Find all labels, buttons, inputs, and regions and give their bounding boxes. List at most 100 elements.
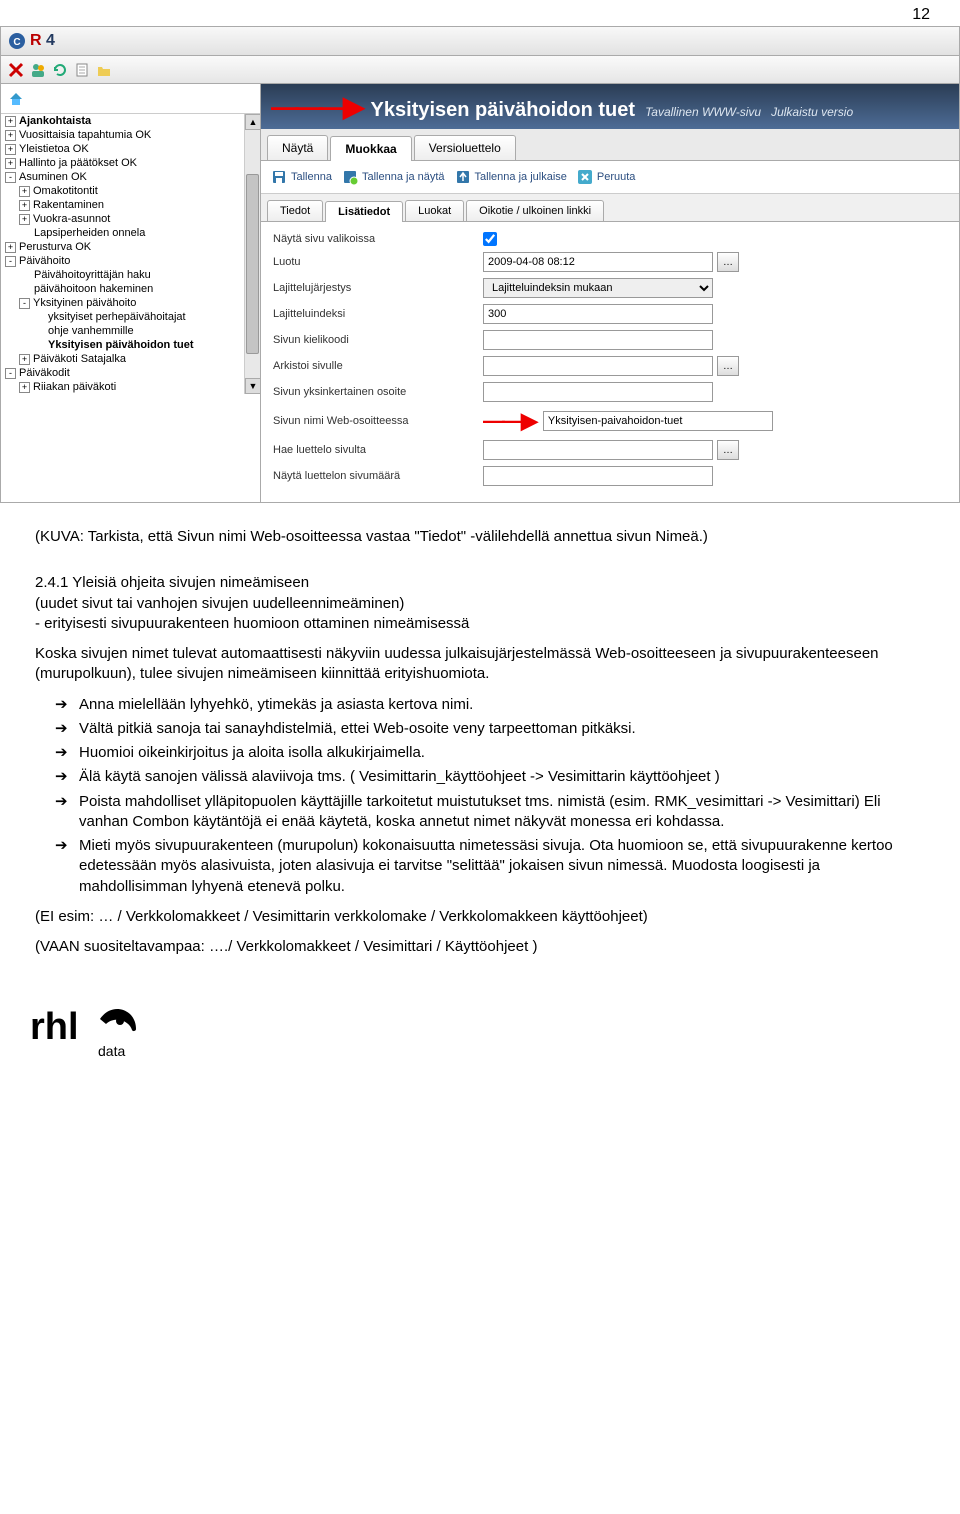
tree-node[interactable]: -Päiväkodit (5, 366, 242, 380)
tree-toggle-icon[interactable]: + (19, 200, 30, 211)
tree-toggle-icon[interactable]: - (5, 172, 16, 183)
top-tabs: Näytä Muokkaa Versioluettelo (261, 129, 959, 161)
simple-url-label: Sivun yksinkertainen osoite (273, 386, 483, 398)
page-title: Yksityisen päivähoidon tuet (371, 99, 636, 122)
tree-node[interactable]: Päivähoitoyrittäjän haku (19, 268, 242, 282)
tab-versions[interactable]: Versioluettelo (414, 135, 516, 160)
tree-node[interactable]: +Ajankohtaista (5, 114, 242, 128)
tree-node-label: Perusturva OK (19, 241, 91, 253)
tree-node[interactable]: yksityiset perhepäivähoitajat (33, 310, 242, 324)
tree-node-label: Yksityinen päivähoito (33, 297, 136, 309)
tree-node-label: Vuosittaisia tapahtumia OK (19, 129, 151, 141)
tree-toggle-icon[interactable]: + (5, 130, 16, 141)
app-logo: C R 4 (7, 31, 55, 51)
tree-leaf-icon (19, 270, 31, 281)
tree-node[interactable]: Lapsiperheiden onnela (19, 226, 242, 240)
tree-node[interactable]: ohje vanhemmille (33, 324, 242, 338)
show-list-count-field[interactable] (483, 466, 713, 486)
tree-node[interactable]: +Omakotitontit (19, 184, 242, 198)
action-row: Tallenna Tallenna ja näytä Tallenna ja j… (261, 161, 959, 194)
tree-node-label: Päiväkoti Satajalka (33, 353, 126, 365)
tree-leaf-icon (19, 228, 31, 239)
lang-code-field[interactable] (483, 330, 713, 350)
tree-node[interactable]: -Asuminen OK (5, 170, 242, 184)
fetch-list-picker-button[interactable]: … (717, 440, 739, 460)
tree-node[interactable]: päivähoitoon hakeminen (19, 282, 242, 296)
tree-node-label: Vuokra-asunnot (33, 213, 110, 225)
save-button[interactable]: Tallenna (271, 169, 332, 185)
save-publish-button[interactable]: Tallenna ja julkaise (455, 169, 567, 185)
scroll-thumb[interactable] (246, 174, 259, 354)
archive-to-field[interactable] (483, 356, 713, 376)
tree-scrollbar[interactable]: ▲ ▼ (244, 114, 260, 394)
refresh-icon[interactable] (51, 61, 69, 79)
subtab-lisatiedot[interactable]: Lisätiedot (325, 201, 403, 222)
tree-node[interactable]: Yksityisen päivähoidon tuet (33, 338, 242, 352)
show-list-count-label: Näytä luettelon sivumäärä (273, 470, 483, 482)
svg-text:data: data (98, 1043, 125, 1059)
svg-text:rhl: rhl (30, 1006, 79, 1048)
tree-node-label: Rakentaminen (33, 199, 104, 211)
tree-toggle-icon[interactable]: + (19, 214, 30, 225)
tree-toggle-icon[interactable]: + (5, 116, 16, 127)
created-field[interactable] (483, 252, 713, 272)
simple-url-field[interactable] (483, 382, 713, 402)
document-body-text: (KUVA: Tarkista, että Sivun nimi Web-oso… (0, 503, 960, 981)
lang-code-label: Sivun kielikoodi (273, 334, 483, 346)
bullet-item: Vältä pitkiä sanoja tai sanayhdistelmiä,… (49, 719, 900, 739)
tree-node[interactable]: +Päiväkoti Satajalka (19, 352, 242, 366)
tree-node-label: Asuminen OK (19, 171, 87, 183)
tree-toggle-icon[interactable]: - (5, 368, 16, 379)
tab-edit[interactable]: Muokkaa (330, 136, 411, 161)
fetch-list-field[interactable] (483, 440, 713, 460)
subtab-oikotie[interactable]: Oikotie / ulkoinen linkki (466, 200, 604, 221)
tree-toggle-icon[interactable]: + (19, 382, 30, 393)
tree-toggle-icon[interactable]: + (5, 144, 16, 155)
created-picker-button[interactable]: … (717, 252, 739, 272)
tab-view[interactable]: Näytä (267, 135, 328, 160)
main-workspace: +Ajankohtaista+Vuosittaisia tapahtumia O… (0, 84, 960, 503)
page-tree[interactable]: +Ajankohtaista+Vuosittaisia tapahtumia O… (1, 114, 260, 394)
show-in-selections-checkbox[interactable] (483, 232, 497, 246)
tree-node-label: Ajankohtaista (19, 115, 91, 127)
page-status-label: Julkaistu versio (771, 105, 853, 119)
subtab-tiedot[interactable]: Tiedot (267, 200, 323, 221)
sort-index-field[interactable] (483, 304, 713, 324)
tree-node-label: yksityiset perhepäivähoitajat (48, 311, 186, 323)
save-show-button[interactable]: Tallenna ja näytä (342, 169, 445, 185)
archive-to-picker-button[interactable]: … (717, 356, 739, 376)
scroll-down-icon[interactable]: ▼ (245, 378, 261, 394)
tree-node[interactable]: -Yksityinen päivähoito (19, 296, 242, 310)
arrow-annotation-icon: ———▶ (271, 90, 361, 123)
subtab-luokat[interactable]: Luokat (405, 200, 464, 221)
cancel-button[interactable]: Peruuta (577, 169, 636, 185)
tree-toggle-icon[interactable]: - (5, 256, 16, 267)
tree-toggle-icon[interactable]: + (5, 242, 16, 253)
cancel-label: Peruuta (597, 171, 636, 183)
tree-node[interactable]: +Vuosittaisia tapahtumia OK (5, 128, 242, 142)
tree-toggle-icon[interactable]: + (19, 354, 30, 365)
web-name-field[interactable] (543, 411, 773, 431)
tree-panel: +Ajankohtaista+Vuosittaisia tapahtumia O… (1, 84, 261, 502)
tree-home-icon[interactable] (7, 90, 25, 108)
tree-node[interactable]: -Päivähoito (5, 254, 242, 268)
close-icon[interactable] (7, 61, 25, 79)
section-heading: 2.4.1 Yleisiä ohjeita sivujen nimeämisee… (35, 574, 309, 591)
tree-node[interactable]: +Rakentaminen (19, 198, 242, 212)
sort-order-select[interactable]: Lajitteluindeksin mukaan (483, 278, 713, 298)
tree-node[interactable]: +Hallinto ja päätökset OK (5, 156, 242, 170)
tree-toggle-icon[interactable]: + (19, 186, 30, 197)
tree-toggle-icon[interactable]: + (5, 158, 16, 169)
tree-node[interactable]: +Perusturva OK (5, 240, 242, 254)
tree-toggle-icon[interactable]: - (19, 298, 30, 309)
document-icon[interactable] (73, 61, 91, 79)
tree-leaf-icon (33, 326, 45, 337)
tree-node[interactable]: +Riiakan päiväkoti (19, 380, 242, 394)
tree-node[interactable]: +Vuokra-asunnot (19, 212, 242, 226)
users-icon[interactable] (29, 61, 47, 79)
scroll-up-icon[interactable]: ▲ (245, 114, 261, 130)
page-type-label: Tavallinen WWW-sivu (645, 105, 761, 119)
folder-icon[interactable] (95, 61, 113, 79)
tree-node-label: Riiakan päiväkoti (33, 381, 116, 393)
tree-node[interactable]: +Yleistietoa OK (5, 142, 242, 156)
